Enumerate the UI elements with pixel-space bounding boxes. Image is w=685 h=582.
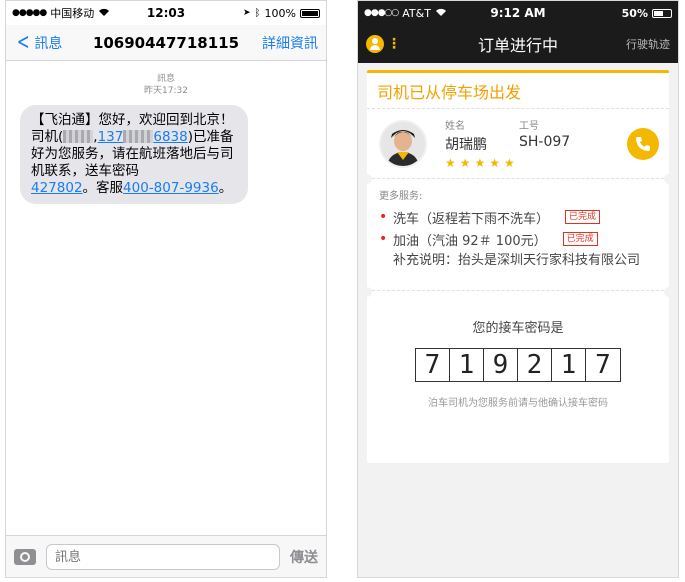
card-notch	[362, 287, 372, 297]
status-badge: 已完成	[565, 210, 601, 224]
service-item: • 洗车（返程若下雨不洗车） 已完成	[379, 206, 657, 228]
service-label: 加油（汽油 92＃ 100元）	[393, 233, 547, 249]
message-text: 。	[218, 180, 233, 196]
clock: 12:03	[146, 6, 186, 20]
message-thread: 訊息 昨天17:32 【飞泊通】您好，欢迎回到北京！司机(,137 6838)已准…	[6, 61, 326, 537]
send-button[interactable]: 傳送	[290, 547, 318, 567]
order-card: 司机已从停车场出发 姓名 工号 胡瑞鹏 SH-097 ★★★★★ 更多服务: •…	[362, 70, 674, 463]
driver-id-label: 工号	[519, 121, 539, 132]
app-header: ⋮ 订单进行中 行驶轨迹	[358, 25, 678, 63]
profile-icon[interactable]	[366, 35, 384, 53]
back-label: 訊息	[34, 35, 63, 52]
redacted-text	[63, 130, 94, 143]
driver-name-label: 姓名	[445, 121, 465, 132]
message-type-label: 訊息	[156, 74, 175, 84]
code-digit: 1	[552, 349, 586, 381]
pickup-section: 您的接车密码是 7 1 9 2 1 7 泊车司机为您服务前请与他确认接车密码	[367, 291, 669, 409]
message-text: 。客服	[82, 180, 124, 196]
pickup-hint: 泊车司机为您服务前请与他确认接车密码	[428, 398, 608, 409]
menu-dots-icon[interactable]: ⋮	[387, 37, 401, 51]
pickup-code: 7 1 9 2 1 7	[415, 348, 621, 382]
driver-info: 姓名 工号 胡瑞鹏 SH-097 ★★★★★	[445, 117, 599, 170]
details-button[interactable]: 詳細資訊	[262, 33, 318, 53]
code-link[interactable]: 427802	[31, 180, 83, 196]
clock: 9:12 AM	[490, 6, 546, 20]
driver-avatar	[379, 119, 427, 168]
bullet-icon: •	[379, 209, 388, 225]
battery-icon	[652, 8, 672, 18]
app-screen: ●●●○○ AT&T 9:12 AM 50% ⋮ 订单进行中 行驶轨迹 司机已从…	[357, 0, 679, 578]
status-badge: 已完成	[562, 232, 598, 246]
services-header: 更多服务:	[379, 191, 423, 202]
hotline-link[interactable]: 400-807-9936	[123, 180, 219, 196]
sms-screen: ●●●●● 中国移动 12:03 ➤ ᛒ 100% < 訊息 106904477…	[5, 0, 327, 578]
card-notch	[664, 174, 674, 184]
camera-icon[interactable]	[14, 548, 36, 565]
driver-id: SH-097	[519, 134, 571, 150]
bullet-icon: •	[379, 231, 388, 247]
code-digit: 9	[484, 349, 518, 381]
order-status: 司机已从停车场出发	[367, 73, 669, 109]
driver-section: 姓名 工号 胡瑞鹏 SH-097 ★★★★★	[367, 109, 669, 179]
message-timestamp: 昨天17:32	[144, 86, 188, 96]
status-bar: ●●●○○ AT&T 9:12 AM 50%	[358, 1, 678, 25]
rating-stars: ★★★★★	[445, 156, 519, 170]
message-meta: 訊息 昨天17:32	[6, 73, 326, 97]
phone-icon	[636, 137, 650, 151]
call-button[interactable]	[627, 128, 659, 160]
message-input[interactable]	[46, 543, 280, 570]
code-digit: 7	[595, 350, 611, 380]
driver-name: 胡瑞鹏	[445, 137, 487, 153]
card-notch	[362, 174, 372, 184]
pickup-title: 您的接车密码是	[472, 321, 564, 336]
card-notch	[664, 287, 674, 297]
redacted-text	[123, 130, 154, 143]
chevron-left-icon: <	[16, 29, 30, 55]
code-digit: 2	[518, 349, 552, 381]
service-item: • 加油（汽油 92＃ 100元） 已完成	[379, 228, 657, 250]
status-bar: ●●●●● 中国移动 12:03 ➤ ᛒ 100%	[6, 1, 326, 25]
input-bar: 傳送	[6, 535, 326, 577]
code-digit: 1	[450, 349, 484, 381]
services-section: 更多服务: • 洗车（返程若下雨不洗车） 已完成 • 加油（汽油 92＃ 100…	[367, 179, 669, 291]
service-note: 补充说明：抬头是深圳天行家科技有限公司	[393, 253, 641, 268]
service-label: 洗车（返程若下雨不洗车）	[393, 211, 550, 227]
nav-bar: < 訊息 10690447718115 詳細資訊	[6, 25, 326, 61]
message-bubble: 【飞泊通】您好，欢迎回到北京！司机(,137 6838)已准备好为您服务，请在航班…	[20, 105, 248, 204]
back-button[interactable]: < 訊息	[14, 29, 63, 55]
phone-link[interactable]: 137 6838	[98, 129, 188, 145]
track-button[interactable]: 行驶轨迹	[626, 36, 670, 52]
battery-icon	[300, 8, 320, 18]
code-digit: 7	[416, 349, 450, 381]
